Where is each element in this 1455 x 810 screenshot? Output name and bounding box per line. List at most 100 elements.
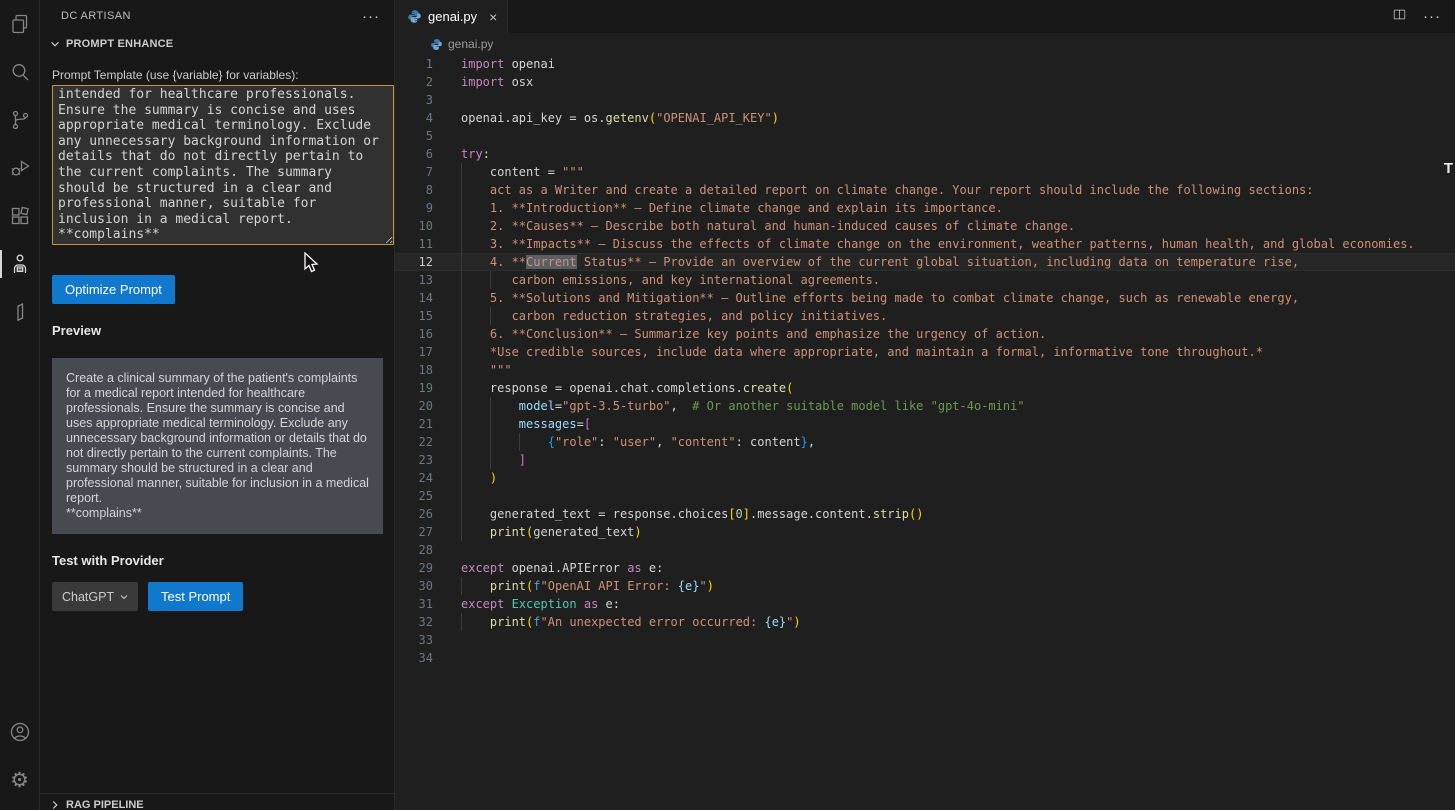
line-number: 21	[395, 415, 433, 433]
line-number: 2	[395, 73, 433, 91]
code-line[interactable]: 29except openai.APIError as e:	[395, 559, 1455, 577]
sidebar-more-actions[interactable]: ···	[362, 8, 380, 25]
chevron-down-icon	[48, 37, 62, 51]
code-line[interactable]: 20 model="gpt-3.5-turbo", # Or another s…	[395, 397, 1455, 415]
activity-dc-artisan[interactable]	[0, 240, 40, 288]
line-number: 10	[395, 217, 433, 235]
breadcrumb-file[interactable]: genai.py	[448, 37, 493, 51]
provider-selected-value: ChatGPT	[62, 590, 114, 604]
code-line[interactable]: 32 print(f"An unexpected error occurred:…	[395, 613, 1455, 631]
stray-text-glyph: T	[1444, 160, 1453, 177]
code-lines: 1import openai2import osx34openai.api_ke…	[395, 55, 1455, 667]
code-line[interactable]: 5	[395, 127, 1455, 145]
tab-strip: genai.py × ···	[395, 0, 1455, 33]
code-line[interactable]: 30 print(f"OpenAI API Error: {e}")	[395, 577, 1455, 595]
code-line[interactable]: 18 """	[395, 361, 1455, 379]
code-line[interactable]: 31except Exception as e:	[395, 595, 1455, 613]
line-number: 32	[395, 613, 433, 631]
activity-explorer[interactable]	[0, 0, 40, 48]
line-number: 16	[395, 325, 433, 343]
split-editor-button[interactable]	[1392, 7, 1407, 27]
files-icon	[8, 12, 32, 36]
editor-more-actions[interactable]: ···	[1423, 8, 1441, 25]
activity-search[interactable]	[0, 48, 40, 96]
sidebar-dc-artisan: DC ARTISAN ··· PROMPT ENHANCE Prompt Tem…	[40, 0, 395, 810]
search-icon	[8, 60, 32, 84]
tab-label: genai.py	[428, 9, 477, 24]
provider-select[interactable]: ChatGPT	[52, 582, 138, 611]
prompt-template-label: Prompt Template (use {variable} for vari…	[52, 68, 383, 82]
code-line[interactable]: 12 4. **Current Status** — Provide an ov…	[395, 253, 1455, 271]
code-line[interactable]: 22 {"role": "user", "content": content},	[395, 433, 1455, 451]
code-line[interactable]: 24 )	[395, 469, 1455, 487]
code-line[interactable]: 3	[395, 91, 1455, 109]
rag-section-label: RAG PIPELINE	[66, 799, 144, 810]
tab-genai-py[interactable]: genai.py ×	[395, 0, 508, 33]
line-number: 19	[395, 379, 433, 397]
line-number: 20	[395, 397, 433, 415]
code-line[interactable]: 10 2. **Causes** — Describe both natural…	[395, 217, 1455, 235]
code-line[interactable]: 21 messages=[	[395, 415, 1455, 433]
code-line[interactable]: 16 6. **Conclusion** — Summarize key poi…	[395, 325, 1455, 343]
activity-library[interactable]	[0, 288, 40, 336]
section-rag-pipeline[interactable]: RAG PIPELINE	[40, 793, 394, 810]
line-number: 12	[395, 253, 433, 271]
activity-accounts[interactable]	[0, 708, 40, 756]
artisan-person-icon	[8, 252, 32, 276]
python-icon	[407, 9, 422, 24]
activity-source-control[interactable]	[0, 96, 40, 144]
code-line[interactable]: 19 response = openai.chat.completions.cr…	[395, 379, 1455, 397]
preview-text: Create a clinical summary of the patient…	[52, 358, 383, 534]
line-number: 24	[395, 469, 433, 487]
code-line[interactable]: 33	[395, 631, 1455, 649]
code-line[interactable]: 28	[395, 541, 1455, 559]
code-line[interactable]: 13 carbon emissions, and key internation…	[395, 271, 1455, 289]
line-number: 28	[395, 541, 433, 559]
chevron-down-icon	[118, 591, 130, 603]
breadcrumb: genai.py	[395, 33, 1455, 55]
code-line[interactable]: 11 3. **Impacts** — Discuss the effects …	[395, 235, 1455, 253]
python-icon	[430, 38, 443, 51]
code-line[interactable]: 7 content = """	[395, 163, 1455, 181]
line-number: 17	[395, 343, 433, 361]
code-line[interactable]: 9 1. **Introduction** — Define climate c…	[395, 199, 1455, 217]
code-line[interactable]: 27 print(generated_text)	[395, 523, 1455, 541]
code-editor[interactable]: 1import openai2import osx34openai.api_ke…	[395, 55, 1455, 810]
extensions-icon	[8, 204, 32, 228]
line-number: 33	[395, 631, 433, 649]
source-control-icon	[8, 108, 32, 132]
line-number: 31	[395, 595, 433, 613]
activity-extensions[interactable]	[0, 192, 40, 240]
activity-settings[interactable]: ⚙	[0, 756, 40, 804]
optimize-prompt-button[interactable]: Optimize Prompt	[52, 275, 175, 304]
code-line[interactable]: 34	[395, 649, 1455, 667]
section-label: PROMPT ENHANCE	[66, 38, 173, 50]
activity-bar: ⚙	[0, 0, 40, 810]
code-line[interactable]: 1import openai	[395, 55, 1455, 73]
code-line[interactable]: 8 act as a Writer and create a detailed …	[395, 181, 1455, 199]
section-prompt-enhance[interactable]: PROMPT ENHANCE	[40, 32, 394, 55]
prompt-template-input[interactable]: intended for healthcare professionals. E…	[52, 85, 394, 245]
code-line[interactable]: 15 carbon reduction strategies, and poli…	[395, 307, 1455, 325]
line-number: 4	[395, 109, 433, 127]
code-line[interactable]: 2import osx	[395, 73, 1455, 91]
editor-group: genai.py × ··· genai.py 1import openai2i…	[395, 0, 1455, 810]
code-line[interactable]: 23 ]	[395, 451, 1455, 469]
test-prompt-button[interactable]: Test Prompt	[148, 582, 243, 611]
code-line[interactable]: 4openai.api_key = os.getenv("OPENAI_API_…	[395, 109, 1455, 127]
code-line[interactable]: 14 5. **Solutions and Mitigation** — Out…	[395, 289, 1455, 307]
line-number: 13	[395, 271, 433, 289]
activity-run-debug[interactable]	[0, 144, 40, 192]
sidebar-header: DC ARTISAN ···	[40, 0, 394, 32]
account-icon	[8, 720, 32, 744]
code-line[interactable]: 26 generated_text = response.choices[0].…	[395, 505, 1455, 523]
line-number: 18	[395, 361, 433, 379]
line-number: 14	[395, 289, 433, 307]
code-line[interactable]: 25	[395, 487, 1455, 505]
code-line[interactable]: 17 *Use credible sources, include data w…	[395, 343, 1455, 361]
line-number: 30	[395, 577, 433, 595]
library-icon	[8, 300, 32, 324]
line-number: 15	[395, 307, 433, 325]
tab-close-icon[interactable]: ×	[489, 9, 497, 25]
code-line[interactable]: 6try:	[395, 145, 1455, 163]
